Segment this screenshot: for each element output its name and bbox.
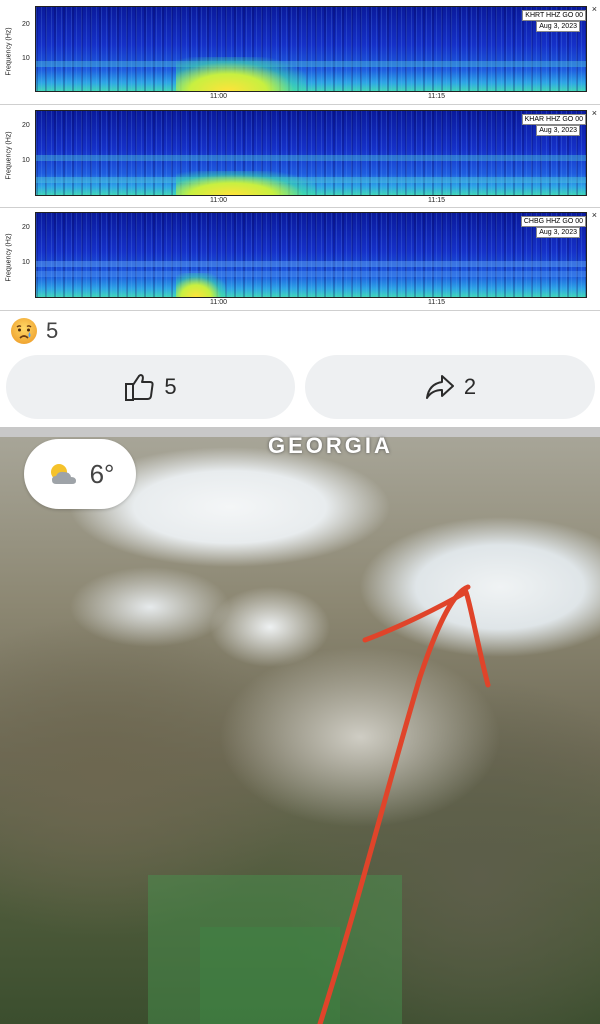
- reaction-count: 5: [46, 318, 59, 343]
- date-label: Aug 3, 2023: [536, 21, 580, 32]
- partly-cloudy-icon: [50, 464, 76, 484]
- close-icon[interactable]: ×: [592, 108, 597, 118]
- y-tick: 20: [22, 21, 30, 28]
- spectrogram-plot: [35, 110, 587, 196]
- x-tick: 11:15: [428, 299, 445, 306]
- route-line: [362, 588, 491, 688]
- route-overlay: [317, 584, 491, 1024]
- temperature: 6°: [89, 458, 115, 489]
- spectrogram-panel-khar: Frequency (Hz) 20 10 KHAR HHZ GO 00 Aug …: [0, 108, 600, 208]
- satellite-map[interactable]: GEORGIA 6°: [0, 427, 600, 1024]
- date-label: Aug 3, 2023: [536, 125, 580, 136]
- y-axis-label: Frequency (Hz): [5, 233, 13, 282]
- close-icon[interactable]: ×: [592, 210, 597, 220]
- share-button[interactable]: 2: [305, 355, 595, 419]
- x-tick: 11:00: [210, 197, 227, 204]
- like-count: 5: [164, 374, 177, 399]
- weather-chip[interactable]: 6°: [24, 439, 136, 509]
- y-axis-label: Frequency (Hz): [5, 27, 13, 76]
- reaction-summary[interactable]: 5: [10, 316, 58, 346]
- date-label: Aug 3, 2023: [536, 227, 580, 238]
- y-tick: 10: [22, 259, 30, 266]
- y-tick: 10: [22, 157, 30, 164]
- share-arrow-icon: [425, 375, 454, 399]
- close-icon[interactable]: ×: [592, 4, 597, 14]
- panel-divider: [0, 104, 600, 105]
- thumbs-up-icon: [125, 374, 154, 401]
- panel-divider: [0, 310, 600, 311]
- share-count: 2: [463, 374, 477, 399]
- x-tick: 11:15: [428, 93, 445, 100]
- x-tick: 11:15: [428, 197, 445, 204]
- y-tick: 10: [22, 55, 30, 62]
- station-label: CHBG HHZ GO 00: [520, 216, 586, 227]
- like-button[interactable]: 5: [6, 355, 295, 419]
- station-label: KHAR HHZ GO 00: [521, 114, 586, 125]
- spectrogram-panel-khrt: Frequency (Hz) 20 10 KHRT HHZ GO 00 Aug …: [0, 4, 600, 104]
- sad-tear-emoji-icon: [11, 318, 37, 344]
- y-tick: 20: [22, 224, 30, 231]
- spectrogram-plot: [35, 6, 587, 92]
- spectrogram-panel-chbg: Frequency (Hz) 20 10 CHBG HHZ GO 00 Aug …: [0, 210, 600, 310]
- y-axis-label: Frequency (Hz): [5, 131, 13, 180]
- x-tick: 11:00: [210, 299, 227, 306]
- route-line: [317, 584, 471, 1024]
- y-tick: 20: [22, 122, 30, 129]
- spectrogram-plot: [35, 212, 587, 298]
- station-label: KHRT HHZ GO 00: [522, 10, 586, 21]
- panel-divider: [0, 207, 600, 208]
- x-tick: 11:00: [210, 93, 227, 100]
